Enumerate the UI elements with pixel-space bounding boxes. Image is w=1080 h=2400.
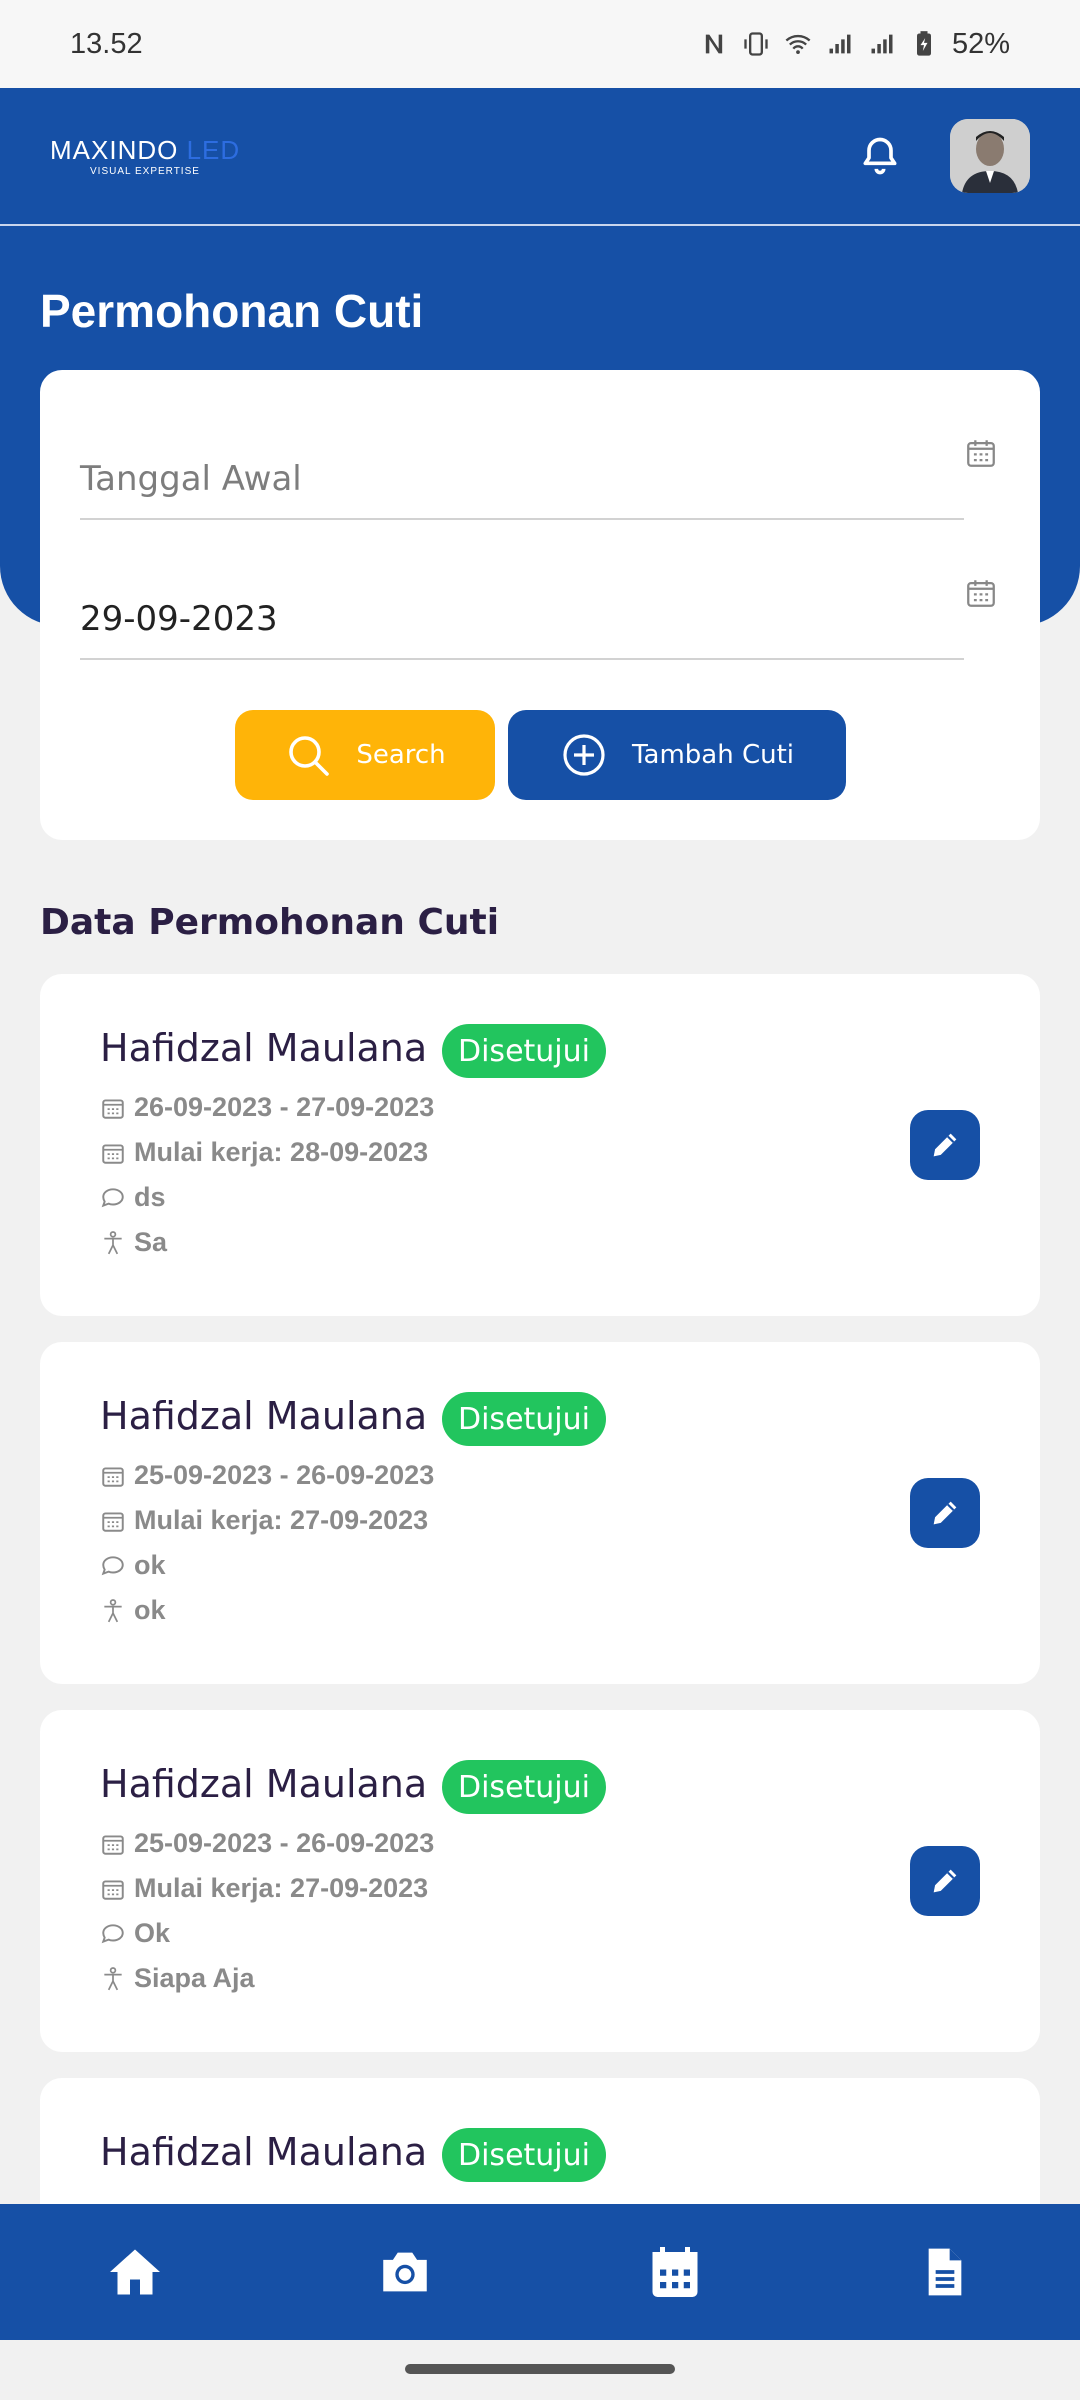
search-button[interactable]: Search — [235, 710, 495, 800]
employee-name: Hafidzal Maulana — [100, 1762, 428, 1806]
status-badge: Disetujui — [442, 2128, 606, 2182]
start-date-field[interactable]: Tanggal Awal — [80, 440, 964, 520]
filter-card: Tanggal Awal 29-09-2023 Search Tambah Cu… — [40, 370, 1040, 840]
start-date-calendar-icon[interactable] — [964, 436, 998, 470]
section-title: Data Permohonan Cuti — [40, 902, 500, 943]
substitute-row: ok — [100, 1595, 166, 1626]
list-item: Hafidzal Maulana Disetujui 25-09-2023 - … — [40, 1342, 1040, 1684]
avatar-image — [950, 119, 1030, 193]
home-indicator[interactable] — [405, 2364, 675, 2374]
status-bar: 13.52 52% — [0, 0, 1080, 88]
date-range-row: 25-09-2023 - 26-09-2023 — [100, 1828, 434, 1859]
note-row: ok — [100, 1550, 166, 1581]
status-badge: Disetujui — [442, 1392, 606, 1446]
calendar-icon — [102, 1879, 124, 1900]
date-range-text: 25-09-2023 - 26-09-2023 — [134, 1460, 435, 1490]
add-leave-button[interactable]: Tambah Cuti — [508, 710, 846, 800]
resume-row: Mulai kerja: 27-09-2023 — [100, 1505, 428, 1536]
list-item: Hafidzal Maulana Disetujui 25-09-2023 - … — [40, 1710, 1040, 2052]
note-text: ok — [134, 1550, 166, 1580]
status-icons: 52% — [700, 28, 1010, 61]
header-actions — [858, 119, 1030, 193]
date-range-text: 25-09-2023 - 26-09-2023 — [134, 1828, 435, 1858]
camera-icon — [383, 2252, 427, 2292]
calendar-icon — [102, 1834, 124, 1855]
calendar-icon — [102, 1466, 124, 1487]
status-time: 13.52 — [70, 27, 143, 60]
calendar-icon — [652, 2247, 698, 2297]
chat-bubble-icon — [101, 1187, 124, 1207]
bell-icon[interactable] — [858, 134, 902, 178]
signal-icon-2 — [871, 34, 893, 54]
chat-bubble-icon — [101, 1923, 124, 1943]
search-icon — [289, 736, 330, 776]
edit-button[interactable] — [910, 1478, 980, 1548]
employee-name: Hafidzal Maulana — [100, 2130, 428, 2174]
plus-circle-icon — [563, 734, 605, 776]
note-row: ds — [100, 1182, 166, 1213]
nav-document[interactable] — [905, 2232, 985, 2312]
logo-main-text: MAXINDO — [50, 135, 179, 165]
person-icon — [104, 1598, 122, 1622]
app-header: MAXINDO LED VISUAL EXPERTISE — [0, 88, 1080, 226]
calendar-icon — [102, 1143, 124, 1164]
substitute-text: ok — [134, 1595, 166, 1625]
person-icon — [104, 1966, 122, 1990]
person-icon — [104, 1230, 122, 1254]
status-badge: Disetujui — [442, 1760, 606, 1814]
calendar-icon — [102, 1511, 124, 1532]
battery-percent: 52% — [951, 27, 1010, 60]
end-date-value: 29-09-2023 — [80, 599, 278, 639]
resume-row: Mulai kerja: 27-09-2023 — [100, 1873, 428, 1904]
nav-camera[interactable] — [365, 2232, 445, 2312]
status-badge: Disetujui — [442, 1024, 606, 1078]
nfc-icon — [705, 34, 723, 54]
date-range-row: 25-09-2023 - 26-09-2023 — [100, 1460, 434, 1491]
vibrate-icon — [744, 32, 768, 56]
wifi-icon — [785, 34, 811, 55]
edit-button[interactable] — [910, 1110, 980, 1180]
add-leave-button-label: Tambah Cuti — [631, 740, 795, 770]
chat-bubble-icon — [101, 1555, 124, 1575]
resume-row: Mulai kerja: 28-09-2023 — [100, 1137, 428, 1168]
date-range-row: 26-09-2023 - 27-09-2023 — [100, 1092, 434, 1123]
list-item: Hafidzal Maulana Disetujui 26-09-2023 - … — [40, 974, 1040, 1316]
start-date-placeholder: Tanggal Awal — [80, 459, 302, 499]
signal-icon — [829, 34, 851, 54]
nav-home[interactable] — [95, 2232, 175, 2312]
page-title: Permohonan Cuti — [40, 285, 424, 337]
substitute-text: Siapa Aja — [134, 1963, 255, 1993]
employee-name: Hafidzal Maulana — [100, 1394, 428, 1438]
pencil-icon — [933, 1133, 957, 1157]
note-text: Ok — [134, 1918, 171, 1948]
end-date-calendar-icon[interactable] — [964, 576, 998, 610]
bottom-nav — [0, 2204, 1080, 2340]
nav-calendar[interactable] — [635, 2232, 715, 2312]
resume-text: Mulai kerja: 27-09-2023 — [134, 1873, 429, 1903]
note-row: Ok — [100, 1918, 170, 1949]
pencil-icon — [933, 1869, 957, 1893]
note-text: ds — [134, 1182, 166, 1212]
battery-icon — [916, 31, 931, 56]
substitute-row: Siapa Aja — [100, 1963, 255, 1994]
logo-led-text: LED — [186, 135, 241, 165]
edit-button[interactable] — [910, 1846, 980, 1916]
home-icon — [110, 2249, 160, 2295]
pencil-icon — [933, 1501, 957, 1525]
logo-sub-text: VISUAL EXPERTISE — [90, 166, 200, 177]
resume-text: Mulai kerja: 28-09-2023 — [134, 1137, 429, 1167]
substitute-text: Sa — [134, 1227, 168, 1257]
brand-logo: MAXINDO LED VISUAL EXPERTISE — [50, 135, 240, 177]
resume-text: Mulai kerja: 27-09-2023 — [134, 1505, 429, 1535]
date-range-text: 26-09-2023 - 27-09-2023 — [134, 1092, 435, 1122]
avatar[interactable] — [950, 119, 1030, 193]
search-button-label: Search — [356, 740, 446, 770]
end-date-field[interactable]: 29-09-2023 — [80, 580, 964, 660]
calendar-icon — [102, 1098, 124, 1119]
substitute-row: Sa — [100, 1227, 167, 1258]
document-icon — [928, 2248, 962, 2296]
employee-name: Hafidzal Maulana — [100, 1026, 428, 1070]
